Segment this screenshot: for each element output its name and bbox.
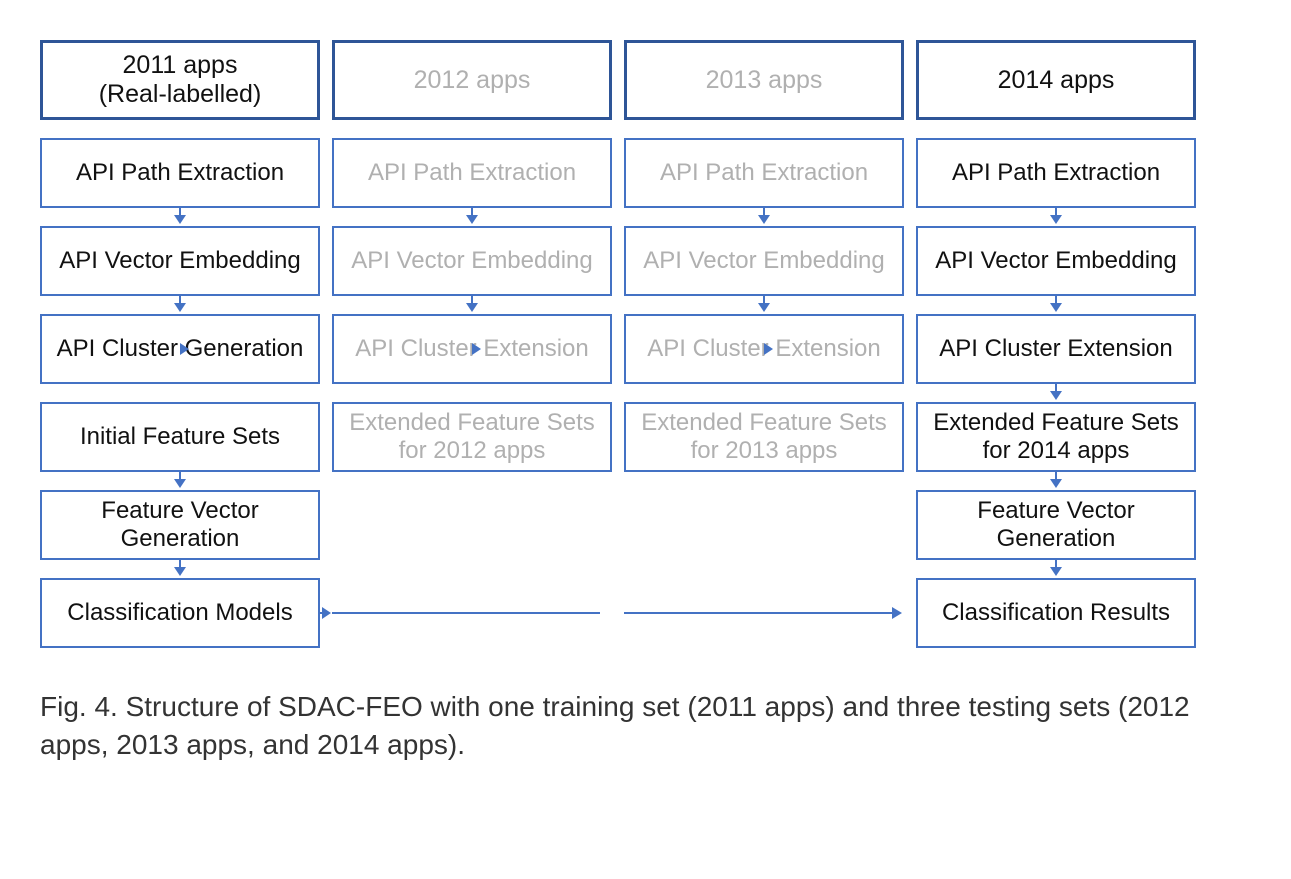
box-feature-sets-2014: Extended Feature Sets for 2014 apps [916,402,1196,472]
col-header-2013: 2013 apps [624,40,904,120]
empty-cell [332,490,612,560]
box-api-cluster-2012: API Cluster Extension [332,314,612,384]
col-header-2012: 2012 apps [332,40,612,120]
box-feature-vector-2014: Feature Vector Generation [916,490,1196,560]
box-api-path-2012: API Path Extraction [332,138,612,208]
box-classification-models: Classification Models [40,578,320,648]
col-header-2011: 2011 apps(Real-labelled) [40,40,320,120]
box-api-cluster-2011: API Cluster Generation [40,314,320,384]
box-feature-sets-2011: Initial Feature Sets [40,402,320,472]
box-api-cluster-2014: API Cluster Extension [916,314,1196,384]
box-api-path-2014: API Path Extraction [916,138,1196,208]
box-feature-sets-2012: Extended Feature Sets for 2012 apps [332,402,612,472]
box-api-vector-2012: API Vector Embedding [332,226,612,296]
figure-caption: Fig. 4. Structure of SDAC-FEO with one t… [40,688,1200,764]
box-api-path-2011: API Path Extraction [40,138,320,208]
box-api-vector-2014: API Vector Embedding [916,226,1196,296]
box-api-vector-2011: API Vector Embedding [40,226,320,296]
empty-cell [624,490,904,560]
box-api-path-2013: API Path Extraction [624,138,904,208]
box-api-vector-2013: API Vector Embedding [624,226,904,296]
arrow-models-to-results [332,578,612,648]
box-feature-sets-2013: Extended Feature Sets for 2013 apps [624,402,904,472]
col-header-2014: 2014 apps [916,40,1196,120]
sdac-feo-diagram: 2011 apps(Real-labelled) 2012 apps 2013 … [40,40,1196,648]
box-classification-results: Classification Results [916,578,1196,648]
box-api-cluster-2013: API Cluster Extension [624,314,904,384]
box-feature-vector-2011: Feature Vector Generation [40,490,320,560]
arrow-models-to-results [624,578,904,648]
